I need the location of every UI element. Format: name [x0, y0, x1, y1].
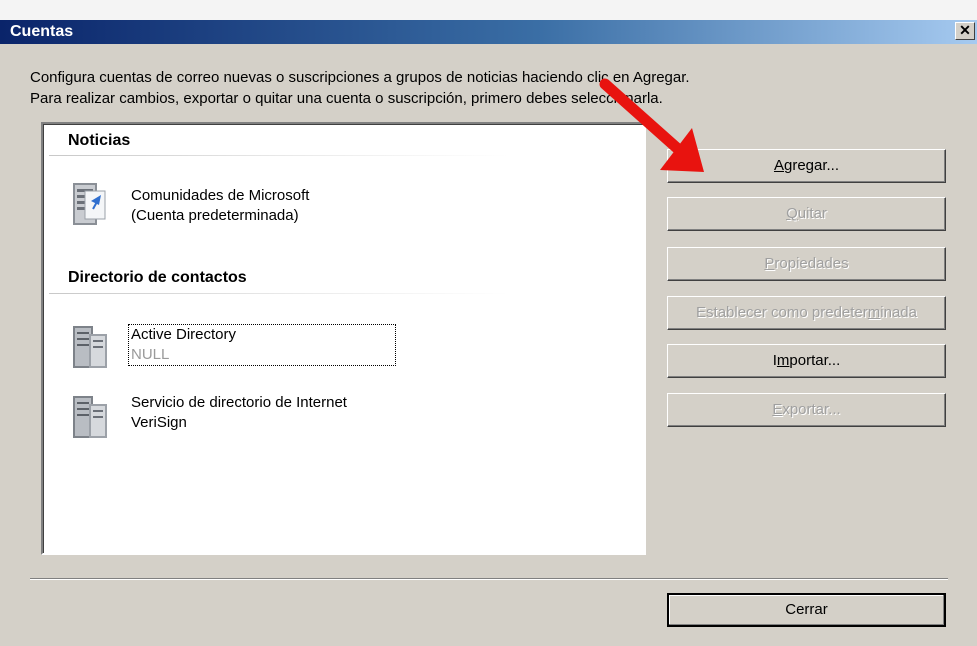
properties-button[interactable]: Propiedades — [667, 247, 946, 281]
accelerator-key: m — [867, 304, 881, 321]
item-subtext: VeriSign — [131, 414, 187, 431]
button-label-prefix: Establecer como predeter — [696, 304, 868, 321]
item-subtext: (Cuenta predeterminada) — [131, 207, 299, 224]
accelerator-key: E — [772, 401, 783, 418]
button-label-suffix: gregar... — [783, 157, 840, 174]
list-item-text: Servicio de directorio de Internet VeriS… — [131, 393, 347, 433]
accounts-dialog: Cuentas ✕ Configura cuentas de correo nu… — [0, 0, 977, 646]
instructions-text: Configura cuentas de correo nuevas o sus… — [30, 67, 690, 109]
instructions-line-1: Configura cuentas de correo nuevas o sus… — [30, 69, 690, 86]
set-default-button[interactable]: Establecer como predeterminada — [667, 296, 946, 330]
group-header-news: Noticias — [68, 132, 131, 149]
button-label-suffix: xportar... — [782, 401, 841, 418]
accelerator-key: P — [764, 255, 775, 272]
button-label-suffix: portar... — [789, 352, 841, 369]
accounts-list[interactable]: Noticias Comunidades de Microsoft (Cuent… — [41, 122, 646, 555]
close-button[interactable]: ✕ — [955, 22, 975, 40]
server-icon — [73, 326, 107, 368]
button-label-suffix: uitar — [797, 205, 827, 222]
title-bar: Cuentas ✕ — [0, 20, 977, 44]
item-name: Active Directory — [131, 326, 237, 343]
server-icon — [73, 396, 107, 438]
list-item-text: Active Directory NULL — [128, 324, 396, 366]
item-name: Comunidades de Microsoft — [131, 187, 310, 204]
button-label-suffix: inada — [880, 304, 917, 321]
dialog-separator — [30, 578, 948, 580]
accelerator-key: A — [773, 157, 784, 174]
close-dialog-button[interactable]: Cerrar — [667, 593, 946, 627]
button-label: Cerrar — [785, 601, 828, 618]
remove-button[interactable]: Quitar — [667, 197, 946, 231]
item-name: Servicio de directorio de Internet — [131, 394, 347, 411]
export-button[interactable]: Exportar... — [667, 393, 946, 427]
import-button[interactable]: Importar... — [667, 344, 946, 378]
group-divider — [49, 155, 509, 156]
accelerator-key: m — [776, 352, 790, 369]
accelerator-key: Q — [786, 205, 798, 222]
list-item-text: Comunidades de Microsoft (Cuenta predete… — [131, 186, 309, 226]
top-strip — [0, 0, 977, 20]
news-account-icon — [73, 183, 106, 225]
window-title: Cuentas — [10, 23, 74, 40]
instructions-line-2: Para realizar cambios, exportar o quitar… — [30, 90, 663, 107]
group-header-directory: Directorio de contactos — [68, 269, 247, 286]
add-button[interactable]: Agregar... — [667, 149, 946, 183]
button-label-suffix: ropiedades — [774, 255, 849, 272]
close-icon: ✕ — [959, 22, 971, 38]
group-divider — [49, 293, 509, 294]
item-subtext: NULL — [131, 346, 170, 363]
